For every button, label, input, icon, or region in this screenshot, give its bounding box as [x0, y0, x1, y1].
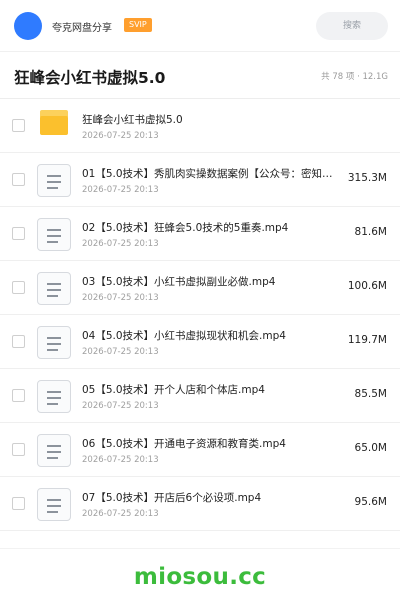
item-name: 06【5.0技术】开通电子资源和教育类.mp4 [82, 438, 286, 450]
item-checkbox[interactable] [12, 173, 25, 186]
avatar[interactable] [14, 12, 42, 40]
item-size: 65.0M [354, 442, 387, 454]
list-item[interactable]: 07【5.0技术】开店后6个必设项.mp4 2026-07-25 20:13 9… [0, 477, 400, 531]
item-date: 2026-07-25 20:13 [82, 185, 159, 195]
list-item[interactable]: 04【5.0技术】小红书虚拟现状和机会.mp4 2026-07-25 20:13… [0, 315, 400, 369]
item-date: 2026-07-25 20:13 [82, 455, 159, 465]
folder-icon [40, 110, 68, 135]
item-size: 315.3M [347, 172, 387, 184]
item-name: 狂峰会小红书虚拟5.0 [82, 114, 183, 126]
item-checkbox[interactable] [12, 119, 25, 132]
file-icon [37, 272, 71, 305]
item-name: 07【5.0技术】开店后6个必设项.mp4 [82, 492, 262, 504]
folder-title-bar: 狂峰会小红书虚拟5.0 共 78 项 · 12.1G [0, 52, 400, 99]
item-name: 02【5.0技术】狂蜂会5.0技术的5重奏.mp4 [82, 222, 289, 234]
item-checkbox[interactable] [12, 443, 25, 456]
item-checkbox[interactable] [12, 389, 25, 402]
search-button[interactable]: 搜索 [316, 12, 388, 40]
list-item[interactable]: 05【5.0技术】开个人店和个体店.mp4 2026-07-25 20:13 8… [0, 369, 400, 423]
watermark: miosou.cc [133, 564, 267, 590]
list-item[interactable]: 01【5.0技术】秀肌肉实操数据案例【公众号：密知… 2026-07-25 20… [0, 153, 400, 207]
item-size: 81.6M [354, 226, 387, 238]
item-checkbox[interactable] [12, 227, 25, 240]
file-icon [37, 164, 71, 197]
item-name: 05【5.0技术】开个人店和个体店.mp4 [82, 384, 265, 396]
file-icon [37, 434, 71, 467]
folder-meta: 共 78 项 · 12.1G [321, 72, 388, 82]
item-date: 2026-07-25 20:13 [82, 347, 159, 357]
item-name: 03【5.0技术】小红书虚拟副业必做.mp4 [82, 276, 276, 288]
item-checkbox[interactable] [12, 497, 25, 510]
item-name: 01【5.0技术】秀肌肉实操数据案例【公众号：密知… [82, 168, 333, 180]
item-date: 2026-07-25 20:13 [82, 293, 159, 303]
item-size: 85.5M [354, 388, 387, 400]
list-item[interactable]: 02【5.0技术】狂蜂会5.0技术的5重奏.mp4 2026-07-25 20:… [0, 207, 400, 261]
item-size: 119.7M [347, 334, 387, 346]
item-checkbox[interactable] [12, 335, 25, 348]
svip-badge: SVIP [124, 18, 152, 32]
item-date: 2026-07-25 20:13 [82, 509, 159, 519]
item-date: 2026-07-25 20:13 [82, 401, 159, 411]
app-header: 夸克网盘分享 SVIP 搜索 [0, 0, 400, 52]
list-item[interactable]: 03【5.0技术】小红书虚拟副业必做.mp4 2026-07-25 20:13 … [0, 261, 400, 315]
list-item[interactable]: 狂峰会小红书虚拟5.0 2026-07-25 20:13 [0, 99, 400, 153]
item-date: 2026-07-25 20:13 [82, 239, 159, 249]
page-title: 狂峰会小红书虚拟5.0 [14, 69, 166, 87]
file-icon [37, 488, 71, 521]
app-name: 夸克网盘分享 [52, 23, 112, 34]
item-size: 95.6M [354, 496, 387, 508]
file-icon [37, 218, 71, 251]
file-icon [37, 326, 71, 359]
file-icon [37, 380, 71, 413]
item-checkbox[interactable] [12, 281, 25, 294]
list-item[interactable]: 06【5.0技术】开通电子资源和教育类.mp4 2026-07-25 20:13… [0, 423, 400, 477]
item-date: 2026-07-25 20:13 [82, 131, 159, 141]
item-name: 04【5.0技术】小红书虚拟现状和机会.mp4 [82, 330, 286, 342]
divider [0, 548, 400, 549]
item-size: 100.6M [347, 280, 387, 292]
